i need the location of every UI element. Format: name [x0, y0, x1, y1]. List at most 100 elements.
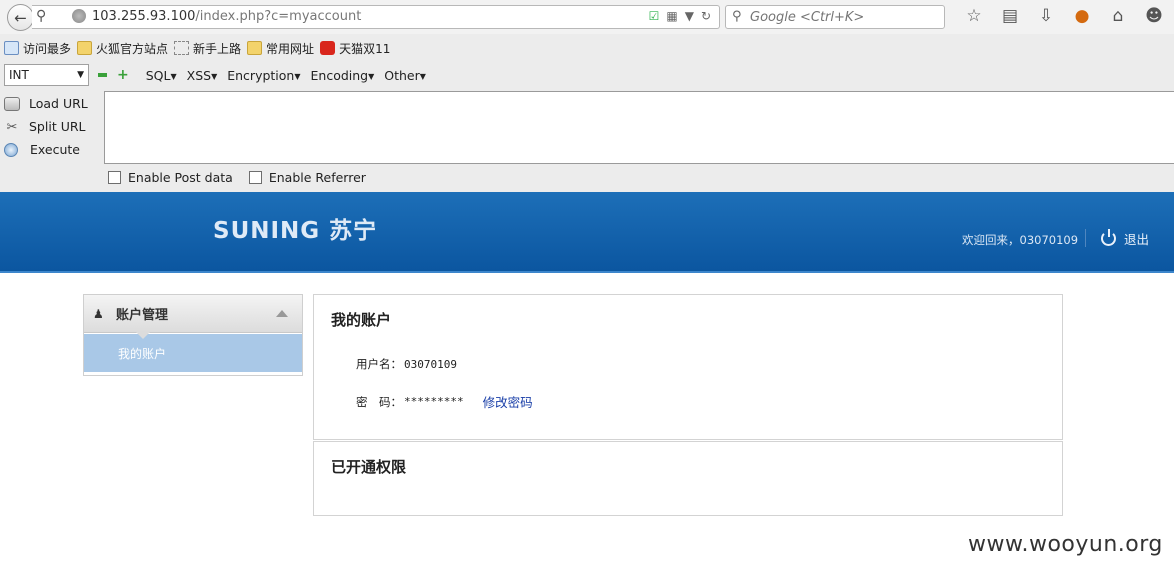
- bookmark-common-sites[interactable]: 常用网址: [247, 40, 314, 57]
- permissions-panel: 已开通权限: [313, 441, 1063, 516]
- load-url-icon: [4, 96, 20, 111]
- search-input[interactable]: [750, 8, 940, 26]
- chevron-down-icon: ▼: [77, 70, 84, 80]
- caret-icon: ▼: [368, 71, 375, 81]
- caret-icon: ▼: [294, 71, 301, 81]
- split-url-label: Split URL: [29, 119, 86, 134]
- execute-icon: [4, 142, 18, 157]
- bookmark-label: 火狐官方站点: [96, 41, 169, 56]
- power-icon: [1101, 229, 1116, 246]
- browser-chrome: ← ⚲ 103.255.93.100/index.php?c=myaccount…: [0, 0, 1174, 192]
- logout-button[interactable]: 退出: [1101, 229, 1149, 248]
- url-bar[interactable]: ⚲ 103.255.93.100/index.php?c=myaccount ☑…: [32, 5, 720, 29]
- reading-list-icon[interactable]: ▤: [992, 6, 1028, 26]
- enable-referrer-checkbox[interactable]: [248, 171, 262, 184]
- load-url-label: Load URL: [29, 96, 88, 111]
- caret-icon: ▼: [211, 71, 218, 81]
- menu-encryption[interactable]: Encryption▼: [227, 68, 300, 83]
- header-divider: [1085, 229, 1086, 247]
- reload-icon[interactable]: ↻: [701, 9, 711, 23]
- change-password-link[interactable]: 修改密码: [483, 392, 533, 411]
- menu-xss[interactable]: XSS▼: [187, 68, 218, 83]
- sidebar-section-header[interactable]: ♟ 账户管理: [84, 295, 302, 339]
- password-label: 密 码：: [356, 394, 402, 409]
- type-select[interactable]: INT ▼: [4, 64, 89, 86]
- url-host: 103.255.93.100: [92, 9, 196, 24]
- bookmark-star-icon[interactable]: ☆: [956, 6, 992, 26]
- password-row: 密 码： ********* 修改密码: [356, 392, 533, 411]
- minus-icon[interactable]: [98, 73, 107, 77]
- url-bar-icons: ☑ ▦ ▼ ↻: [649, 9, 711, 23]
- execute-label: Execute: [30, 142, 80, 157]
- search-bar: ⚲: [725, 5, 945, 29]
- folder-icon: [247, 41, 263, 55]
- globe-icon: [72, 9, 86, 23]
- execute-button[interactable]: Execute: [0, 138, 104, 161]
- qr-code-icon[interactable]: ▦: [666, 9, 677, 23]
- caret-icon: ▼: [170, 71, 177, 81]
- browser-toolbar: ☆ ▤ ⇩ ● ⌂ ☻: [956, 6, 1172, 26]
- key-icon: ⚲: [36, 8, 47, 24]
- bookmark-label: 访问最多: [23, 41, 72, 56]
- addon-icon[interactable]: ●: [1064, 6, 1100, 26]
- url-path: /index.php?c=myaccount: [195, 9, 362, 24]
- menu-encoding[interactable]: Encoding▼: [311, 68, 375, 83]
- sidebar-item-label: 我的账户: [118, 346, 167, 361]
- enable-post-checkbox[interactable]: [108, 171, 121, 184]
- bookmark-getting-started[interactable]: 新手上路: [174, 40, 241, 57]
- username-value: 03070109: [404, 357, 457, 371]
- scissors-icon: ✂: [6, 119, 18, 135]
- hackbar-actions: Load URL ✂ Split URL Execute: [0, 92, 104, 161]
- account-sidebar: ♟ 账户管理 我的账户: [83, 294, 303, 376]
- most-visited-icon: [4, 41, 19, 55]
- caret-icon: ▼: [419, 71, 426, 81]
- header-notch: [136, 332, 150, 339]
- search-icon: ⚲: [732, 9, 742, 24]
- split-url-button[interactable]: ✂ Split URL: [0, 115, 104, 138]
- menu-label: Encoding: [310, 67, 369, 83]
- back-button[interactable]: ←: [7, 4, 34, 31]
- plus-icon[interactable]: +: [117, 68, 129, 82]
- suning-logo[interactable]: SUNING 苏宁: [213, 211, 377, 245]
- hackbar-url-textarea[interactable]: [104, 91, 1174, 164]
- menu-label: SQL: [145, 67, 171, 83]
- bookmark-tmall[interactable]: 天猫双11: [320, 40, 390, 57]
- download-icon[interactable]: ⇩: [1028, 6, 1064, 26]
- url-text[interactable]: 103.255.93.100/index.php?c=myaccount: [92, 9, 361, 24]
- my-account-panel: 我的账户 用户名： 03070109 密 码： ********* 修改密码: [313, 294, 1063, 440]
- watermark: www.wooyun.org: [968, 532, 1163, 557]
- username-label: 用户名：: [356, 357, 402, 371]
- tmall-icon: [320, 41, 336, 55]
- type-select-value: INT: [9, 68, 29, 82]
- logout-label: 退出: [1124, 232, 1150, 247]
- load-url-button[interactable]: Load URL: [0, 92, 104, 115]
- dropdown-arrow-icon[interactable]: ▼: [685, 9, 694, 23]
- sidebar-item-my-account[interactable]: 我的账户: [84, 334, 302, 372]
- hackbar-zoom: +: [98, 68, 129, 82]
- enable-post-label: Enable Post data: [128, 170, 233, 185]
- menu-label: XSS: [186, 67, 212, 83]
- sidebar-section-title: 账户管理: [116, 308, 169, 323]
- menu-label: Other: [384, 67, 420, 83]
- bookmarks-toolbar: 访问最多 火狐官方站点 新手上路 常用网址 天猫双11: [0, 37, 1174, 59]
- enable-referrer-label: Enable Referrer: [268, 170, 366, 185]
- collapse-arrow-icon[interactable]: [276, 310, 288, 317]
- navigation-bar: ← ⚲ 103.255.93.100/index.php?c=myaccount…: [0, 0, 1174, 34]
- bookmark-label: 新手上路: [193, 41, 242, 56]
- site-header: SUNING 苏宁 欢迎回来，03070109 退出: [0, 192, 1174, 273]
- username-row: 用户名： 03070109: [356, 356, 457, 372]
- users-icon: ♟: [93, 306, 104, 321]
- folder-icon: [77, 41, 93, 55]
- bookmark-label: 天猫双11: [339, 41, 391, 56]
- menu-sql[interactable]: SQL▼: [146, 68, 177, 83]
- panel-title: 我的账户: [331, 311, 392, 329]
- bookmark-most-visited[interactable]: 访问最多: [4, 40, 71, 57]
- back-arrow-icon: ←: [14, 8, 27, 27]
- bookmark-label: 常用网址: [266, 41, 315, 56]
- bookmark-firefox-official[interactable]: 火狐官方站点: [77, 40, 168, 57]
- menu-label: Encryption: [227, 67, 295, 83]
- shield-icon[interactable]: ☑: [649, 9, 660, 23]
- smiley-icon[interactable]: ☻: [1136, 6, 1172, 26]
- menu-other[interactable]: Other▼: [384, 68, 426, 83]
- home-icon[interactable]: ⌂: [1100, 6, 1136, 26]
